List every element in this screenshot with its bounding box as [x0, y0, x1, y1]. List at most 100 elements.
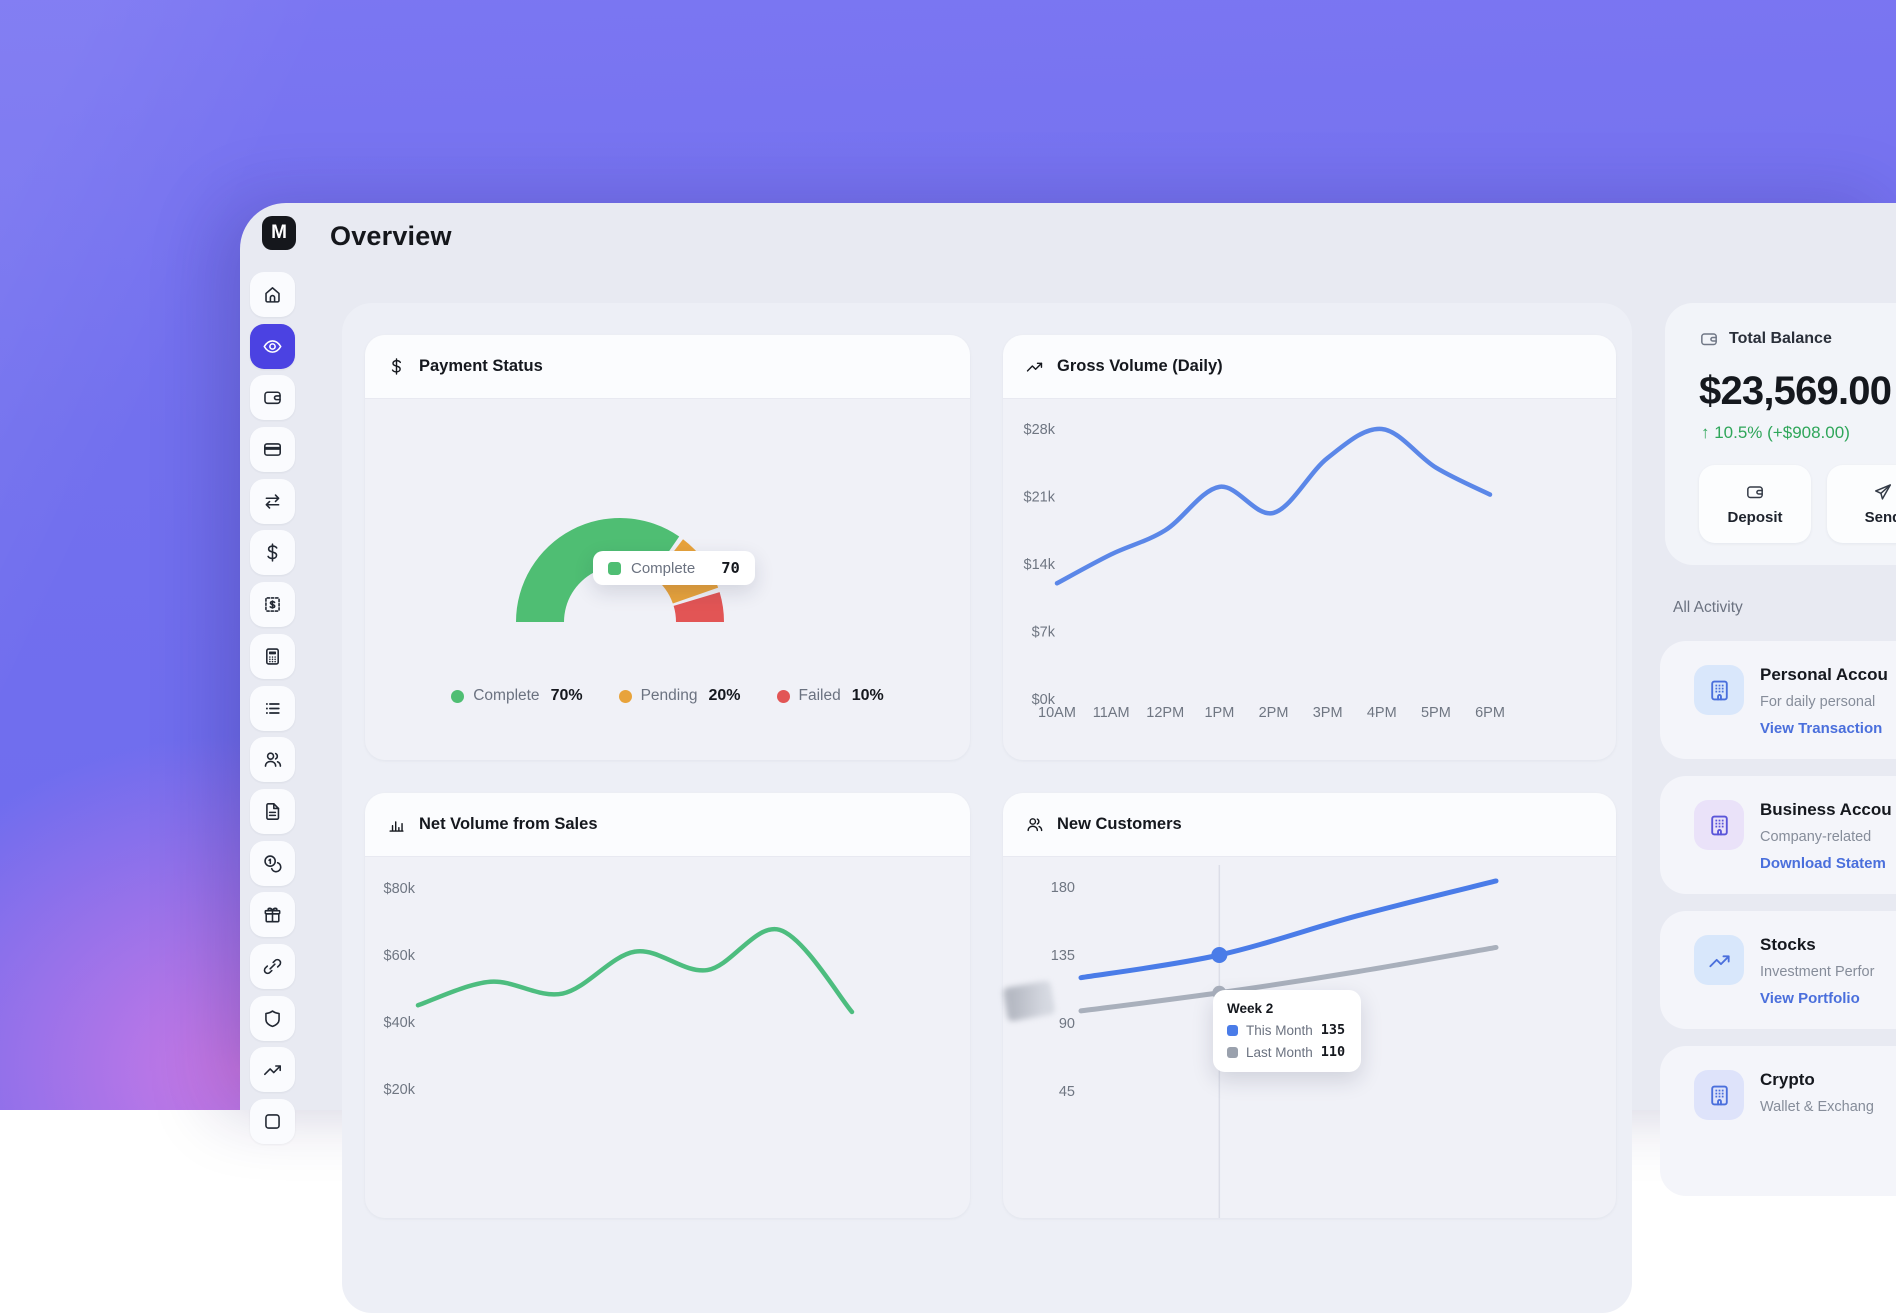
activity-card-business-accou[interactable]: Business Accou Company-related Download … — [1660, 776, 1896, 894]
sidebar-item-rewards[interactable] — [250, 892, 295, 937]
square-icon — [262, 1111, 283, 1132]
gauge-tooltip-swatch — [608, 562, 621, 575]
activity-card-personal-accou[interactable]: Personal Accou For daily personal View T… — [1660, 641, 1896, 759]
legend-item: Failed 10% — [777, 687, 884, 705]
new-customers-tooltip: Week 2 This Month 135 Last Month 110 — [1213, 990, 1361, 1072]
sidebar-item-customers[interactable] — [250, 737, 295, 782]
legend-dot — [777, 690, 790, 703]
tooltip-swatch — [1227, 1025, 1238, 1036]
legend-label: Complete — [473, 687, 539, 705]
send-button[interactable]: Send — [1827, 465, 1896, 543]
legend-label: Pending — [641, 687, 698, 705]
building-icon-box — [1694, 1070, 1744, 1120]
sidebar-item-coins[interactable] — [250, 841, 295, 886]
new-customers-header: New Customers — [1003, 793, 1616, 857]
sidebar-item-documents[interactable] — [250, 789, 295, 834]
total-balance-label: Total Balance — [1729, 330, 1832, 348]
background-gradient: M Overview Payment Status Complete 70 Co… — [0, 0, 1896, 1110]
credit-card-icon — [262, 439, 283, 460]
send-icon — [1873, 482, 1893, 502]
trending-up-icon — [262, 1059, 283, 1080]
tooltip-series-value: 110 — [1321, 1044, 1345, 1060]
page-title: Overview — [330, 221, 452, 252]
svg-text:4PM: 4PM — [1367, 705, 1397, 721]
tooltip-series-label: Last Month — [1246, 1045, 1313, 1060]
sidebar-item-links[interactable] — [250, 944, 295, 989]
trending-up-icon-box — [1694, 935, 1744, 985]
payment-status-title: Payment Status — [419, 357, 543, 376]
gauge-tooltip-label: Complete — [631, 560, 695, 577]
home-icon — [262, 284, 283, 305]
building-icon — [1707, 1083, 1732, 1108]
svg-text:$7k: $7k — [1032, 625, 1056, 641]
svg-text:$80k: $80k — [384, 881, 416, 897]
sidebar-item-security[interactable] — [250, 996, 295, 1041]
sidebar-item-transfers[interactable] — [250, 479, 295, 524]
users-icon — [1025, 815, 1044, 834]
receipt-icon — [262, 594, 283, 615]
svg-text:45: 45 — [1059, 1084, 1075, 1100]
sidebar-item-wallet[interactable] — [250, 375, 295, 420]
action-label: Send — [1865, 509, 1896, 526]
activity-card-crypto[interactable]: Crypto Wallet & Exchang — [1660, 1046, 1896, 1196]
svg-text:$60k: $60k — [384, 948, 416, 964]
payment-status-legend: Complete 70% Pending 20% Failed 10% — [365, 687, 970, 705]
sidebar — [250, 272, 295, 1144]
dollar-icon — [387, 357, 406, 376]
sidebar-item-invoices[interactable] — [250, 582, 295, 627]
trending-up-icon — [1707, 948, 1732, 973]
activity-title: Personal Accou — [1760, 665, 1888, 685]
activity-link[interactable]: View Portfolio — [1760, 990, 1874, 1007]
svg-text:$21k: $21k — [1024, 490, 1056, 506]
legend-item: Complete 70% — [451, 687, 582, 705]
activity-desc: Company-related — [1760, 829, 1892, 845]
tooltip-series-value: 135 — [1321, 1022, 1345, 1038]
svg-text:135: 135 — [1051, 948, 1075, 964]
legend-dot — [451, 690, 464, 703]
total-balance-amount: $23,569.00 — [1699, 369, 1891, 414]
svg-text:90: 90 — [1059, 1016, 1075, 1032]
activity-link[interactable]: View Transaction — [1760, 720, 1888, 737]
net-volume-header: Net Volume from Sales — [365, 793, 970, 857]
list-icon — [262, 698, 283, 719]
wallet-icon — [262, 387, 283, 408]
action-label: Deposit — [1727, 509, 1782, 526]
sidebar-item-home[interactable] — [250, 272, 295, 317]
app-logo[interactable]: M — [262, 216, 296, 250]
wallet-icon — [1745, 482, 1765, 502]
legend-value: 10% — [852, 687, 884, 705]
coins-icon — [262, 853, 283, 874]
building-icon — [1707, 813, 1732, 838]
sidebar-item-cards[interactable] — [250, 427, 295, 472]
activity-link[interactable]: Download Statem — [1760, 855, 1892, 872]
legend-value: 70% — [551, 687, 583, 705]
payment-status-header: Payment Status — [365, 335, 970, 399]
tooltip-week-label: Week 2 — [1227, 1001, 1347, 1016]
activity-desc: Wallet & Exchang — [1760, 1099, 1874, 1115]
sidebar-item-calculator[interactable] — [250, 634, 295, 679]
gross-volume-card: $28k$21k$14k$7k$0k10AM11AM12PM1PM2PM3PM4… — [1003, 335, 1616, 760]
eye-icon — [262, 336, 283, 357]
building-icon-box — [1694, 800, 1744, 850]
sidebar-item-overview[interactable] — [250, 324, 295, 369]
activity-title: Crypto — [1760, 1070, 1874, 1090]
sidebar-item-payments[interactable] — [250, 530, 295, 575]
activity-title: Stocks — [1760, 935, 1874, 955]
link-icon — [262, 956, 283, 977]
tooltip-row: This Month 135 — [1227, 1022, 1347, 1038]
users-icon — [262, 749, 283, 770]
file-icon — [262, 801, 283, 822]
svg-text:$40k: $40k — [384, 1015, 416, 1031]
all-activity-label: All Activity — [1673, 599, 1743, 617]
svg-text:5PM: 5PM — [1421, 705, 1451, 721]
sidebar-item-analytics[interactable] — [250, 1047, 295, 1092]
svg-text:2PM: 2PM — [1259, 705, 1289, 721]
sidebar-item-more[interactable] — [250, 1099, 295, 1144]
svg-text:10AM: 10AM — [1038, 705, 1076, 721]
activity-card-stocks[interactable]: Stocks Investment Perfor View Portfolio — [1660, 911, 1896, 1029]
svg-text:$14k: $14k — [1024, 557, 1056, 573]
sidebar-item-transactions[interactable] — [250, 686, 295, 731]
deposit-button[interactable]: Deposit — [1699, 465, 1811, 543]
activity-title: Business Accou — [1760, 800, 1892, 820]
dollar-icon — [262, 542, 283, 563]
